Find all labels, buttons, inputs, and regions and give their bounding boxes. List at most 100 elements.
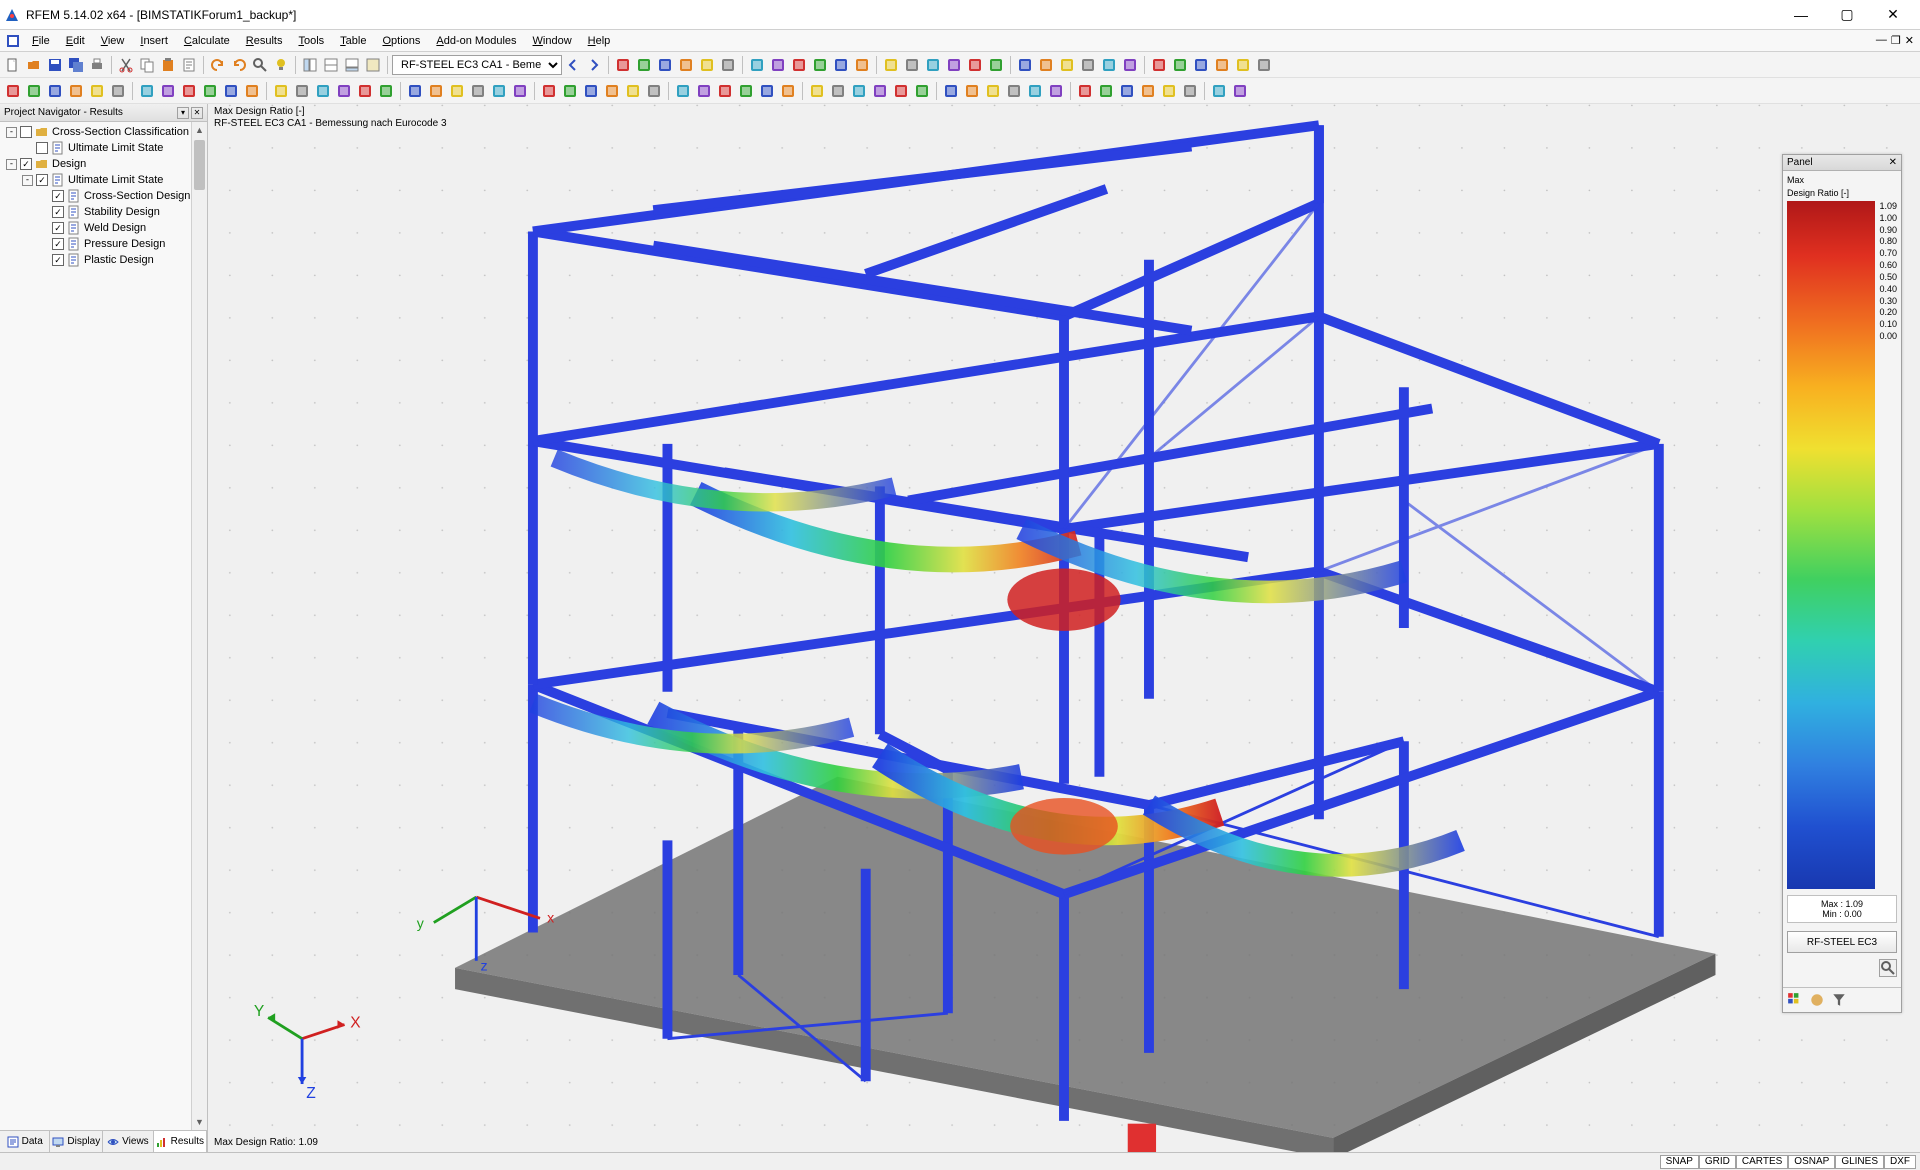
tree-checkbox[interactable] bbox=[52, 222, 64, 234]
menu-add-on-modules[interactable]: Add-on Modules bbox=[428, 33, 524, 49]
tb-undo-icon[interactable] bbox=[208, 55, 228, 75]
toolbar-button-118[interactable] bbox=[1015, 55, 1035, 75]
scroll-thumb[interactable] bbox=[194, 140, 205, 190]
status-pill-dxf[interactable]: DXF bbox=[1884, 1155, 1916, 1169]
toolbar-button-232[interactable] bbox=[715, 81, 735, 101]
toolbar-button-229[interactable] bbox=[644, 81, 664, 101]
tb-new-icon[interactable] bbox=[3, 55, 23, 75]
toolbar-button-201[interactable] bbox=[24, 81, 44, 101]
toolbar-button-226[interactable] bbox=[581, 81, 601, 101]
tb-next-icon[interactable] bbox=[584, 55, 604, 75]
toolbar-button-218[interactable] bbox=[405, 81, 425, 101]
menu-edit[interactable]: Edit bbox=[58, 33, 93, 49]
tb-open-icon[interactable] bbox=[24, 55, 44, 75]
navigator-tab-results[interactable]: Results bbox=[154, 1131, 207, 1152]
toolbar-button-227[interactable] bbox=[602, 81, 622, 101]
toolbar-button-128[interactable] bbox=[1233, 55, 1253, 75]
tb-prev-icon[interactable] bbox=[563, 55, 583, 75]
toolbar-button-103[interactable] bbox=[676, 55, 696, 75]
tree-item-plastic-design[interactable]: Plastic Design bbox=[2, 252, 205, 268]
tree-item-weld-design[interactable]: Weld Design bbox=[2, 220, 205, 236]
tree-checkbox[interactable] bbox=[36, 142, 48, 154]
toolbar-button-101[interactable] bbox=[634, 55, 654, 75]
toolbar-button-202[interactable] bbox=[45, 81, 65, 101]
toolbar-button-246[interactable] bbox=[1025, 81, 1045, 101]
toolbar-button-241[interactable] bbox=[912, 81, 932, 101]
panel-zoom-icon[interactable] bbox=[1879, 959, 1897, 977]
toolbar-button-231[interactable] bbox=[694, 81, 714, 101]
scroll-up-icon[interactable]: ▲ bbox=[192, 122, 207, 138]
panel-titlebar[interactable]: Panel ✕ bbox=[1783, 155, 1901, 171]
tb-nav3-icon[interactable] bbox=[342, 55, 362, 75]
tree-checkbox[interactable] bbox=[20, 126, 32, 138]
toolbar-button-127[interactable] bbox=[1212, 55, 1232, 75]
tb-report-icon[interactable] bbox=[179, 55, 199, 75]
panel-close-icon[interactable]: ✕ bbox=[1889, 157, 1897, 168]
menu-window[interactable]: Window bbox=[525, 33, 580, 49]
tree-toggle-icon[interactable]: - bbox=[6, 159, 17, 170]
toolbar-button-115[interactable] bbox=[944, 55, 964, 75]
window-minimize-button[interactable]: — bbox=[1778, 0, 1824, 30]
toolbar-button-107[interactable] bbox=[768, 55, 788, 75]
tb-copy-icon[interactable] bbox=[137, 55, 157, 75]
tb-save-icon[interactable] bbox=[45, 55, 65, 75]
tree-item-pressure-design[interactable]: Pressure Design bbox=[2, 236, 205, 252]
toolbar-button-124[interactable] bbox=[1149, 55, 1169, 75]
tree-checkbox[interactable] bbox=[52, 254, 64, 266]
toolbar-button-200[interactable] bbox=[3, 81, 23, 101]
menu-insert[interactable]: Insert bbox=[132, 33, 176, 49]
toolbar-button-210[interactable] bbox=[221, 81, 241, 101]
toolbar-button-203[interactable] bbox=[66, 81, 86, 101]
tree-checkbox[interactable] bbox=[36, 174, 48, 186]
loadcase-combo[interactable]: RF-STEEL EC3 CA1 - Bemessung nach E bbox=[392, 55, 562, 75]
menu-help[interactable]: Help bbox=[580, 33, 619, 49]
scroll-down-icon[interactable]: ▼ bbox=[192, 1114, 207, 1130]
tree-toggle-icon[interactable]: - bbox=[6, 127, 17, 138]
toolbar-button-255[interactable] bbox=[1230, 81, 1250, 101]
toolbar-button-234[interactable] bbox=[757, 81, 777, 101]
navigator-tab-data[interactable]: Data bbox=[0, 1131, 50, 1152]
toolbar-button-112[interactable] bbox=[881, 55, 901, 75]
window-close-button[interactable]: ✕ bbox=[1870, 0, 1916, 30]
toolbar-button-205[interactable] bbox=[108, 81, 128, 101]
toolbar-button-217[interactable] bbox=[376, 81, 396, 101]
toolbar-button-221[interactable] bbox=[468, 81, 488, 101]
toolbar-button-208[interactable] bbox=[179, 81, 199, 101]
menu-results[interactable]: Results bbox=[238, 33, 291, 49]
mdi-minimize-icon[interactable]: — bbox=[1876, 34, 1887, 47]
navigator-close-icon[interactable]: ✕ bbox=[191, 107, 203, 119]
toolbar-button-252[interactable] bbox=[1159, 81, 1179, 101]
status-pill-snap[interactable]: SNAP bbox=[1660, 1155, 1699, 1169]
tree-item-cross-section-design[interactable]: Cross-Section Design bbox=[2, 188, 205, 204]
toolbar-button-248[interactable] bbox=[1075, 81, 1095, 101]
toolbar-button-245[interactable] bbox=[1004, 81, 1024, 101]
toolbar-button-228[interactable] bbox=[623, 81, 643, 101]
tree-checkbox[interactable] bbox=[52, 206, 64, 218]
tb-saveall-icon[interactable] bbox=[66, 55, 86, 75]
toolbar-button-240[interactable] bbox=[891, 81, 911, 101]
panel-module-button[interactable]: RF-STEEL EC3 bbox=[1787, 931, 1897, 953]
toolbar-button-212[interactable] bbox=[271, 81, 291, 101]
status-pill-osnap[interactable]: OSNAP bbox=[1788, 1155, 1835, 1169]
toolbar-button-113[interactable] bbox=[902, 55, 922, 75]
tree-checkbox[interactable] bbox=[52, 190, 64, 202]
menu-calculate[interactable]: Calculate bbox=[176, 33, 238, 49]
window-maximize-button[interactable]: ▢ bbox=[1824, 0, 1870, 30]
mdi-restore-icon[interactable]: ❐ bbox=[1891, 34, 1901, 47]
toolbar-button-215[interactable] bbox=[334, 81, 354, 101]
toolbar-button-251[interactable] bbox=[1138, 81, 1158, 101]
toolbar-button-219[interactable] bbox=[426, 81, 446, 101]
toolbar-button-108[interactable] bbox=[789, 55, 809, 75]
toolbar-button-233[interactable] bbox=[736, 81, 756, 101]
tb-nav2-icon[interactable] bbox=[321, 55, 341, 75]
tb-bulb-icon[interactable] bbox=[271, 55, 291, 75]
model-viewport[interactable]: Max Design Ratio [-] RF-STEEL EC3 CA1 - … bbox=[208, 104, 1920, 1152]
panel-tab-factor-icon[interactable] bbox=[1809, 992, 1825, 1008]
mdi-control-icon[interactable] bbox=[6, 34, 20, 48]
tb-cut-icon[interactable] bbox=[116, 55, 136, 75]
navigator-scrollbar[interactable]: ▲ ▼ bbox=[191, 122, 207, 1130]
tree-item-cross-section-classification[interactable]: -Cross-Section Classification bbox=[2, 124, 205, 140]
toolbar-button-100[interactable] bbox=[613, 55, 633, 75]
toolbar-button-106[interactable] bbox=[747, 55, 767, 75]
toolbar-button-220[interactable] bbox=[447, 81, 467, 101]
